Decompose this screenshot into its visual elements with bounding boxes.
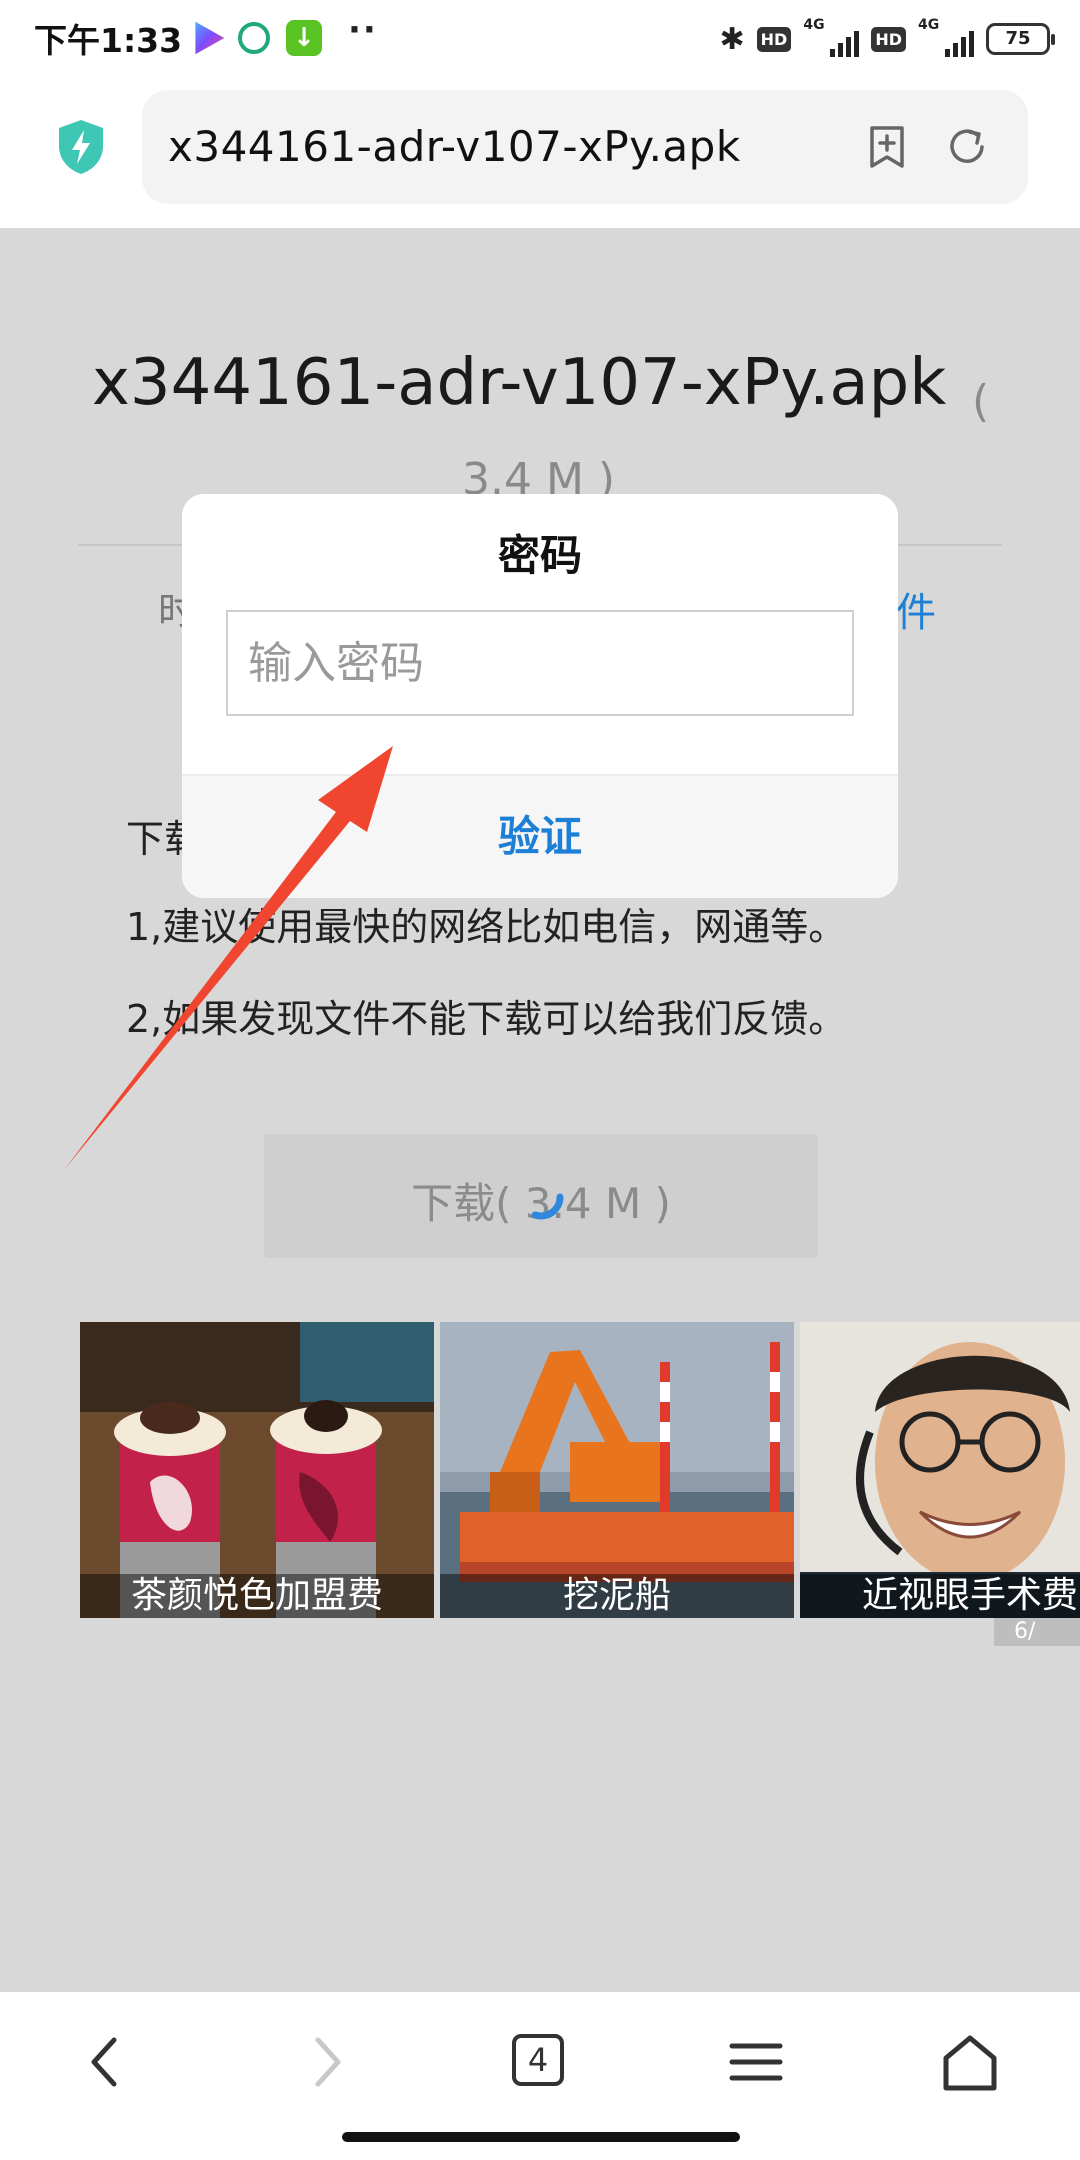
bottom-navigation: 4: [0, 1992, 1080, 2160]
ad-counter: 6/: [994, 1618, 1080, 1646]
home-indicator[interactable]: [342, 2132, 740, 2142]
tab-count: 4: [512, 2034, 564, 2086]
ad-card[interactable]: 茶颜悦色加盟费: [80, 1322, 434, 1618]
password-dialog: 密码 验证: [182, 494, 898, 898]
page-content: x344161-adr-v107-xPy.apk ( 3.4 M ) 时 件 下…: [0, 228, 1080, 1992]
forward-icon[interactable]: [286, 2022, 366, 2102]
home-icon[interactable]: [930, 2022, 1010, 2102]
ad-card[interactable]: 近视眼手术费: [800, 1322, 1080, 1618]
status-bar: 下午1:33 ↓ ·· ✱ HD 4G HD 4G 75: [0, 0, 1080, 78]
reload-icon[interactable]: [944, 124, 990, 170]
bookmark-add-icon[interactable]: [864, 124, 910, 170]
ad-caption: 近视眼手术费: [800, 1574, 1080, 1618]
signal-icon: 4G: [918, 17, 974, 57]
url-text[interactable]: x344161-adr-v107-xPy.apk: [168, 122, 741, 171]
dialog-title: 密码: [497, 531, 582, 580]
verify-button[interactable]: 验证: [182, 776, 898, 898]
network-type-label: 4G: [918, 17, 940, 33]
status-time: 下午1:33: [34, 21, 183, 60]
tabs-button[interactable]: 4: [500, 2022, 580, 2102]
menu-icon[interactable]: [716, 2022, 796, 2102]
file-meta-link[interactable]: 件: [896, 580, 936, 638]
network-type-label: 4G: [803, 17, 825, 33]
hd-voice-icon: HD: [756, 26, 792, 52]
ad-caption: 茶颜悦色加盟费: [80, 1574, 434, 1618]
download-notification-icon: ↓: [286, 20, 322, 56]
bluetooth-icon: ✱: [719, 21, 745, 57]
loading-spinner-icon: [531, 1193, 564, 1220]
download-note: 1,建议使用最快的网络比如电信，网通等。: [126, 905, 847, 949]
dialog-footer: 验证: [182, 774, 898, 898]
file-title: x344161-adr-v107-xPy.apk: [92, 346, 947, 420]
address-bar[interactable]: x344161-adr-v107-xPy.apk: [142, 90, 1028, 204]
ad-caption: 挖泥船: [440, 1574, 794, 1618]
password-input[interactable]: [226, 610, 854, 716]
download-button[interactable]: 下载( 3.4 M ): [264, 1134, 818, 1258]
browser-toolbar: x344161-adr-v107-xPy.apk: [0, 78, 1080, 228]
download-note: 2,如果发现文件不能下载可以给我们反馈。: [126, 997, 847, 1041]
shield-bolt-icon[interactable]: [56, 118, 106, 176]
play-store-icon: [195, 21, 225, 55]
size-paren: (: [972, 376, 990, 427]
signal-icon: 4G: [803, 17, 860, 57]
hd-voice-icon: HD: [871, 26, 906, 52]
status-icons: ✱ HD 4G HD 4G 75: [719, 16, 1055, 62]
ad-card[interactable]: 挖泥船: [440, 1322, 794, 1618]
more-notifications-icon: ··: [348, 10, 378, 50]
back-icon[interactable]: [66, 2022, 146, 2102]
china-mobile-icon: [238, 22, 270, 54]
battery-icon: 75: [986, 23, 1055, 55]
